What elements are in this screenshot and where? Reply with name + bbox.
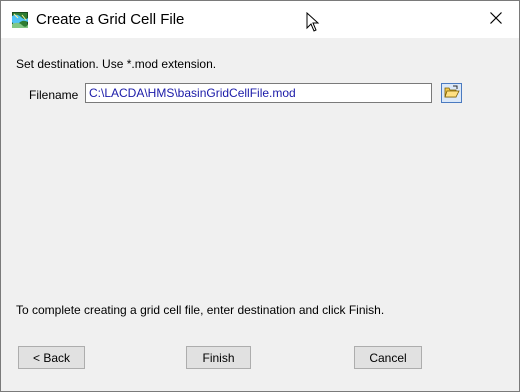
cancel-button[interactable]: Cancel: [354, 346, 422, 369]
completion-hint: To complete creating a grid cell file, e…: [16, 303, 385, 317]
close-button[interactable]: [473, 1, 519, 38]
title-bar[interactable]: Create a Grid Cell File: [1, 1, 519, 38]
browse-button[interactable]: [441, 83, 462, 103]
instruction-text: Set destination. Use *.mod extension.: [16, 57, 217, 71]
back-button[interactable]: < Back: [18, 346, 85, 369]
dialog-window: Create a Grid Cell File Set destination.…: [0, 0, 520, 392]
window-title: Create a Grid Cell File: [36, 11, 185, 28]
filename-input[interactable]: [85, 83, 432, 103]
close-icon: [490, 12, 502, 27]
filename-label: Filename: [29, 88, 79, 102]
finish-button[interactable]: Finish: [186, 346, 251, 369]
folder-open-icon: [443, 85, 460, 102]
grid-map-icon: [12, 12, 28, 28]
mouse-pointer-icon: [306, 11, 320, 35]
